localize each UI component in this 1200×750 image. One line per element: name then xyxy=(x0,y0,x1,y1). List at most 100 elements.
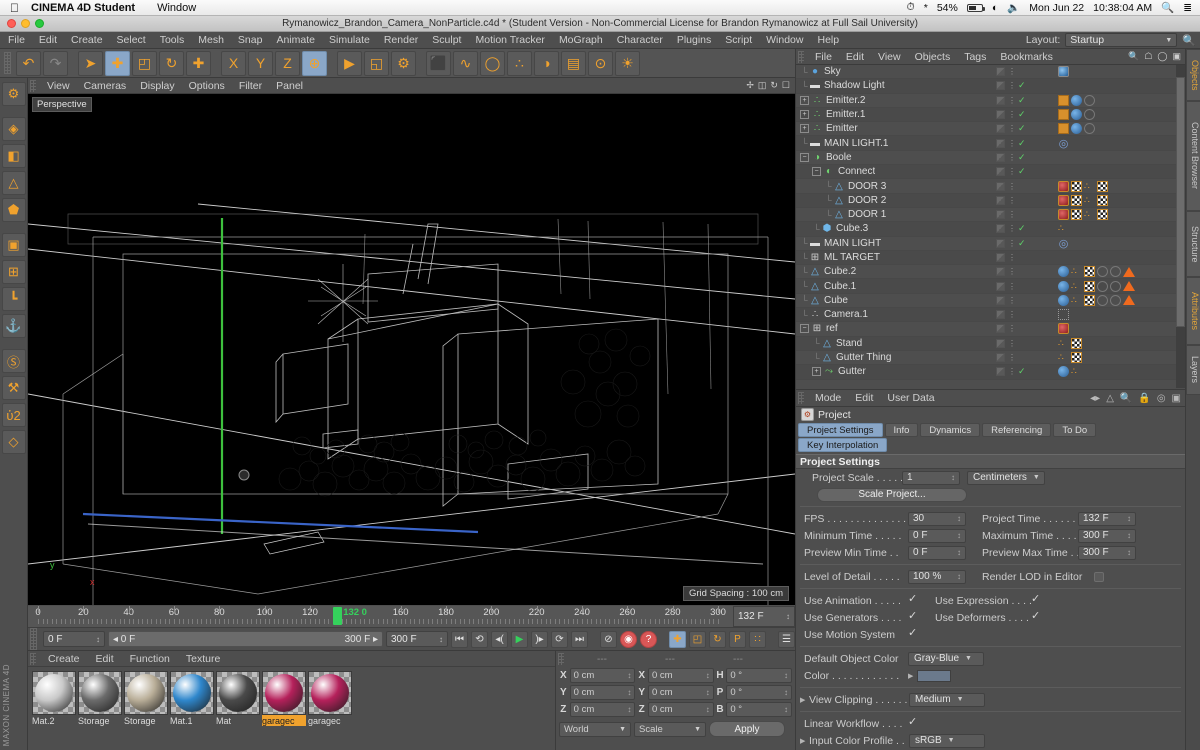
tag-gray-icon[interactable] xyxy=(1097,294,1108,306)
menu-item-help[interactable]: Help xyxy=(810,32,846,49)
attribute-checkbox[interactable]: ✓ xyxy=(1031,594,1042,606)
viewport-scale-icon[interactable]: ◫ xyxy=(758,80,767,91)
tag-blue-dots-icon[interactable] xyxy=(1071,94,1082,106)
spline-button[interactable]: ∿ xyxy=(453,50,478,76)
nurbs-button[interactable]: ◯ xyxy=(480,50,505,76)
tag-gray-icon[interactable] xyxy=(1110,266,1121,278)
material-menu-texture[interactable]: Texture xyxy=(178,653,228,665)
layer-swatch[interactable] xyxy=(996,138,1005,148)
visibility-dots-icon[interactable]: ⋮ xyxy=(1008,324,1016,333)
layer-swatch[interactable] xyxy=(996,281,1005,291)
object-mode-tool[interactable]: ▣ xyxy=(1,233,26,257)
tag-orange-dots-icon[interactable]: ∴ xyxy=(1058,223,1069,234)
expand-icon[interactable]: + xyxy=(800,110,809,120)
stepper-icon[interactable]: ↕ xyxy=(627,705,631,714)
input-color-profile-select[interactable]: sRGB ▼ xyxy=(909,733,985,748)
attribute-input[interactable]: 300 F ↕ xyxy=(1078,528,1136,543)
visibility-dots-icon[interactable]: ⋮ xyxy=(1008,167,1016,176)
right-tab-attributes[interactable]: Attributes xyxy=(1186,277,1200,345)
material-item[interactable]: Storage xyxy=(78,671,122,726)
attribute-checkbox[interactable]: ✓ xyxy=(908,611,919,623)
stepper-icon[interactable]: ↕ xyxy=(706,671,710,680)
apply-button[interactable]: Apply xyxy=(709,721,785,737)
visibility-dots-icon[interactable]: ⋮ xyxy=(1008,239,1016,248)
stepper-icon[interactable]: ↕ xyxy=(439,635,443,644)
material-preview[interactable] xyxy=(216,671,260,715)
layer-swatch[interactable] xyxy=(996,110,1005,120)
tag-checker-icon[interactable] xyxy=(1071,337,1082,349)
layer-swatch[interactable] xyxy=(996,310,1005,320)
camera-button[interactable]: ⊙ xyxy=(588,50,613,76)
tag-red-icon[interactable] xyxy=(1058,209,1069,221)
light-button[interactable]: ☀ xyxy=(615,50,640,76)
material-preview[interactable] xyxy=(32,671,76,715)
tag-checker-icon[interactable] xyxy=(1097,180,1108,192)
object-row[interactable]: └ ∴ Camera.1 ⋮ xyxy=(796,308,1185,323)
layout-grid-icon[interactable]: ▣ xyxy=(1172,51,1181,62)
visibility-dots-icon[interactable]: ⋮ xyxy=(1008,310,1016,319)
object-menu-file[interactable]: File xyxy=(808,51,839,63)
battery-icon[interactable] xyxy=(966,3,985,12)
visibility-dots-icon[interactable]: ⋮ xyxy=(1008,110,1016,119)
visibility-dots-icon[interactable]: ⋮ xyxy=(1008,282,1016,291)
redo-button[interactable]: ↷ xyxy=(43,50,68,76)
right-tab-layers[interactable]: Layers xyxy=(1186,345,1200,395)
attributes-menu-edit[interactable]: Edit xyxy=(848,392,880,404)
lock-tool[interactable]: ὑ2 xyxy=(1,403,26,427)
material-manager-grip[interactable] xyxy=(30,652,36,665)
object-list[interactable]: └ ● Sky ⋮ └ ▬ Shadow Light ⋮ ✓ + ∴ Emitter.2 ⋮ ✓ + ∴ Emi… xyxy=(796,65,1185,388)
object-list-scroll-thumb[interactable] xyxy=(1176,77,1185,327)
ellipse-icon[interactable]: ◯ xyxy=(1157,51,1167,62)
next-key-button[interactable]: ⟳ xyxy=(551,630,568,648)
coordinate-input-p[interactable]: 0 ° ↕ xyxy=(726,685,793,700)
clock-time[interactable]: 10:38:04 AM xyxy=(1093,2,1152,14)
menu-item-character[interactable]: Character xyxy=(610,32,670,49)
timeline-controls-grip[interactable] xyxy=(30,628,37,650)
viewport-maximize-icon[interactable]: ☐ xyxy=(782,80,790,91)
layer-swatch[interactable] xyxy=(996,181,1005,191)
edge-mode-tool[interactable]: ◧ xyxy=(1,144,26,168)
scale-button[interactable]: ◰ xyxy=(132,50,157,76)
visibility-dots-icon[interactable]: ⋮ xyxy=(1008,139,1016,148)
attribute-input[interactable]: 300 F ↕ xyxy=(1078,545,1136,560)
layer-swatch[interactable] xyxy=(996,195,1005,205)
visibility-dots-icon[interactable]: ⋮ xyxy=(1008,124,1016,133)
viewport-3d-scene[interactable]: Perspective y x Grid Spacing: 100 cm xyxy=(28,94,795,605)
stepper-icon[interactable]: ↕ xyxy=(784,705,788,714)
tag-blue-dots-icon[interactable] xyxy=(1058,280,1069,292)
object-row[interactable]: └ △ Cube.2 ⋮ ∴ xyxy=(796,265,1185,280)
coordinate-input-h[interactable]: 0 ° ↕ xyxy=(726,668,793,683)
layer-swatch[interactable] xyxy=(996,267,1005,277)
tag-gray-icon[interactable] xyxy=(1097,280,1108,292)
collapse-icon[interactable]: − xyxy=(800,152,809,162)
menu-item-simulate[interactable]: Simulate xyxy=(322,32,377,49)
pin-icon[interactable]: △ xyxy=(1106,393,1114,404)
viewport-grip[interactable] xyxy=(30,79,36,92)
menu-item-render[interactable]: Render xyxy=(377,32,425,49)
deformer-button[interactable]: ◑ xyxy=(534,50,559,76)
layer-swatch[interactable] xyxy=(996,224,1005,234)
material-menu-edit[interactable]: Edit xyxy=(88,653,122,665)
attribute-checkbox[interactable]: ✓ xyxy=(1031,611,1042,623)
environment-button[interactable]: ▤ xyxy=(561,50,586,76)
record-position-button[interactable]: ✚ xyxy=(669,630,686,648)
attribute-input[interactable]: 132 F ↕ xyxy=(1078,511,1136,526)
tab-dynamics[interactable]: Dynamics xyxy=(920,423,981,437)
coordinate-input-y[interactable]: 0 cm ↕ xyxy=(648,685,714,700)
polygon-mode-tool[interactable]: △ xyxy=(1,171,26,195)
model-mode-tool[interactable]: ⬟ xyxy=(1,198,26,222)
tag-gray-icon[interactable] xyxy=(1110,280,1121,292)
visibility-dots-icon[interactable]: ⋮ xyxy=(1008,367,1016,376)
object-row[interactable]: − ◑ Boole ⋮ ✓ xyxy=(796,151,1185,166)
menu-item-create[interactable]: Create xyxy=(64,32,110,49)
move-axis-button[interactable]: ✚ xyxy=(186,50,211,76)
material-preview[interactable] xyxy=(170,671,214,715)
enabled-check-icon[interactable]: ✓ xyxy=(1018,95,1026,106)
tag-orange-dots-icon[interactable]: ∴ xyxy=(1084,195,1095,206)
expand-triangle-icon[interactable]: ▶ xyxy=(908,672,917,680)
visibility-dots-icon[interactable]: ⋮ xyxy=(1008,81,1016,90)
go-to-start-button[interactable]: ⏮ xyxy=(451,630,468,648)
coordinate-system-select[interactable]: World ▼ xyxy=(559,721,631,737)
right-tab-structure[interactable]: Structure xyxy=(1186,211,1200,277)
attributes-grip[interactable] xyxy=(798,392,804,404)
